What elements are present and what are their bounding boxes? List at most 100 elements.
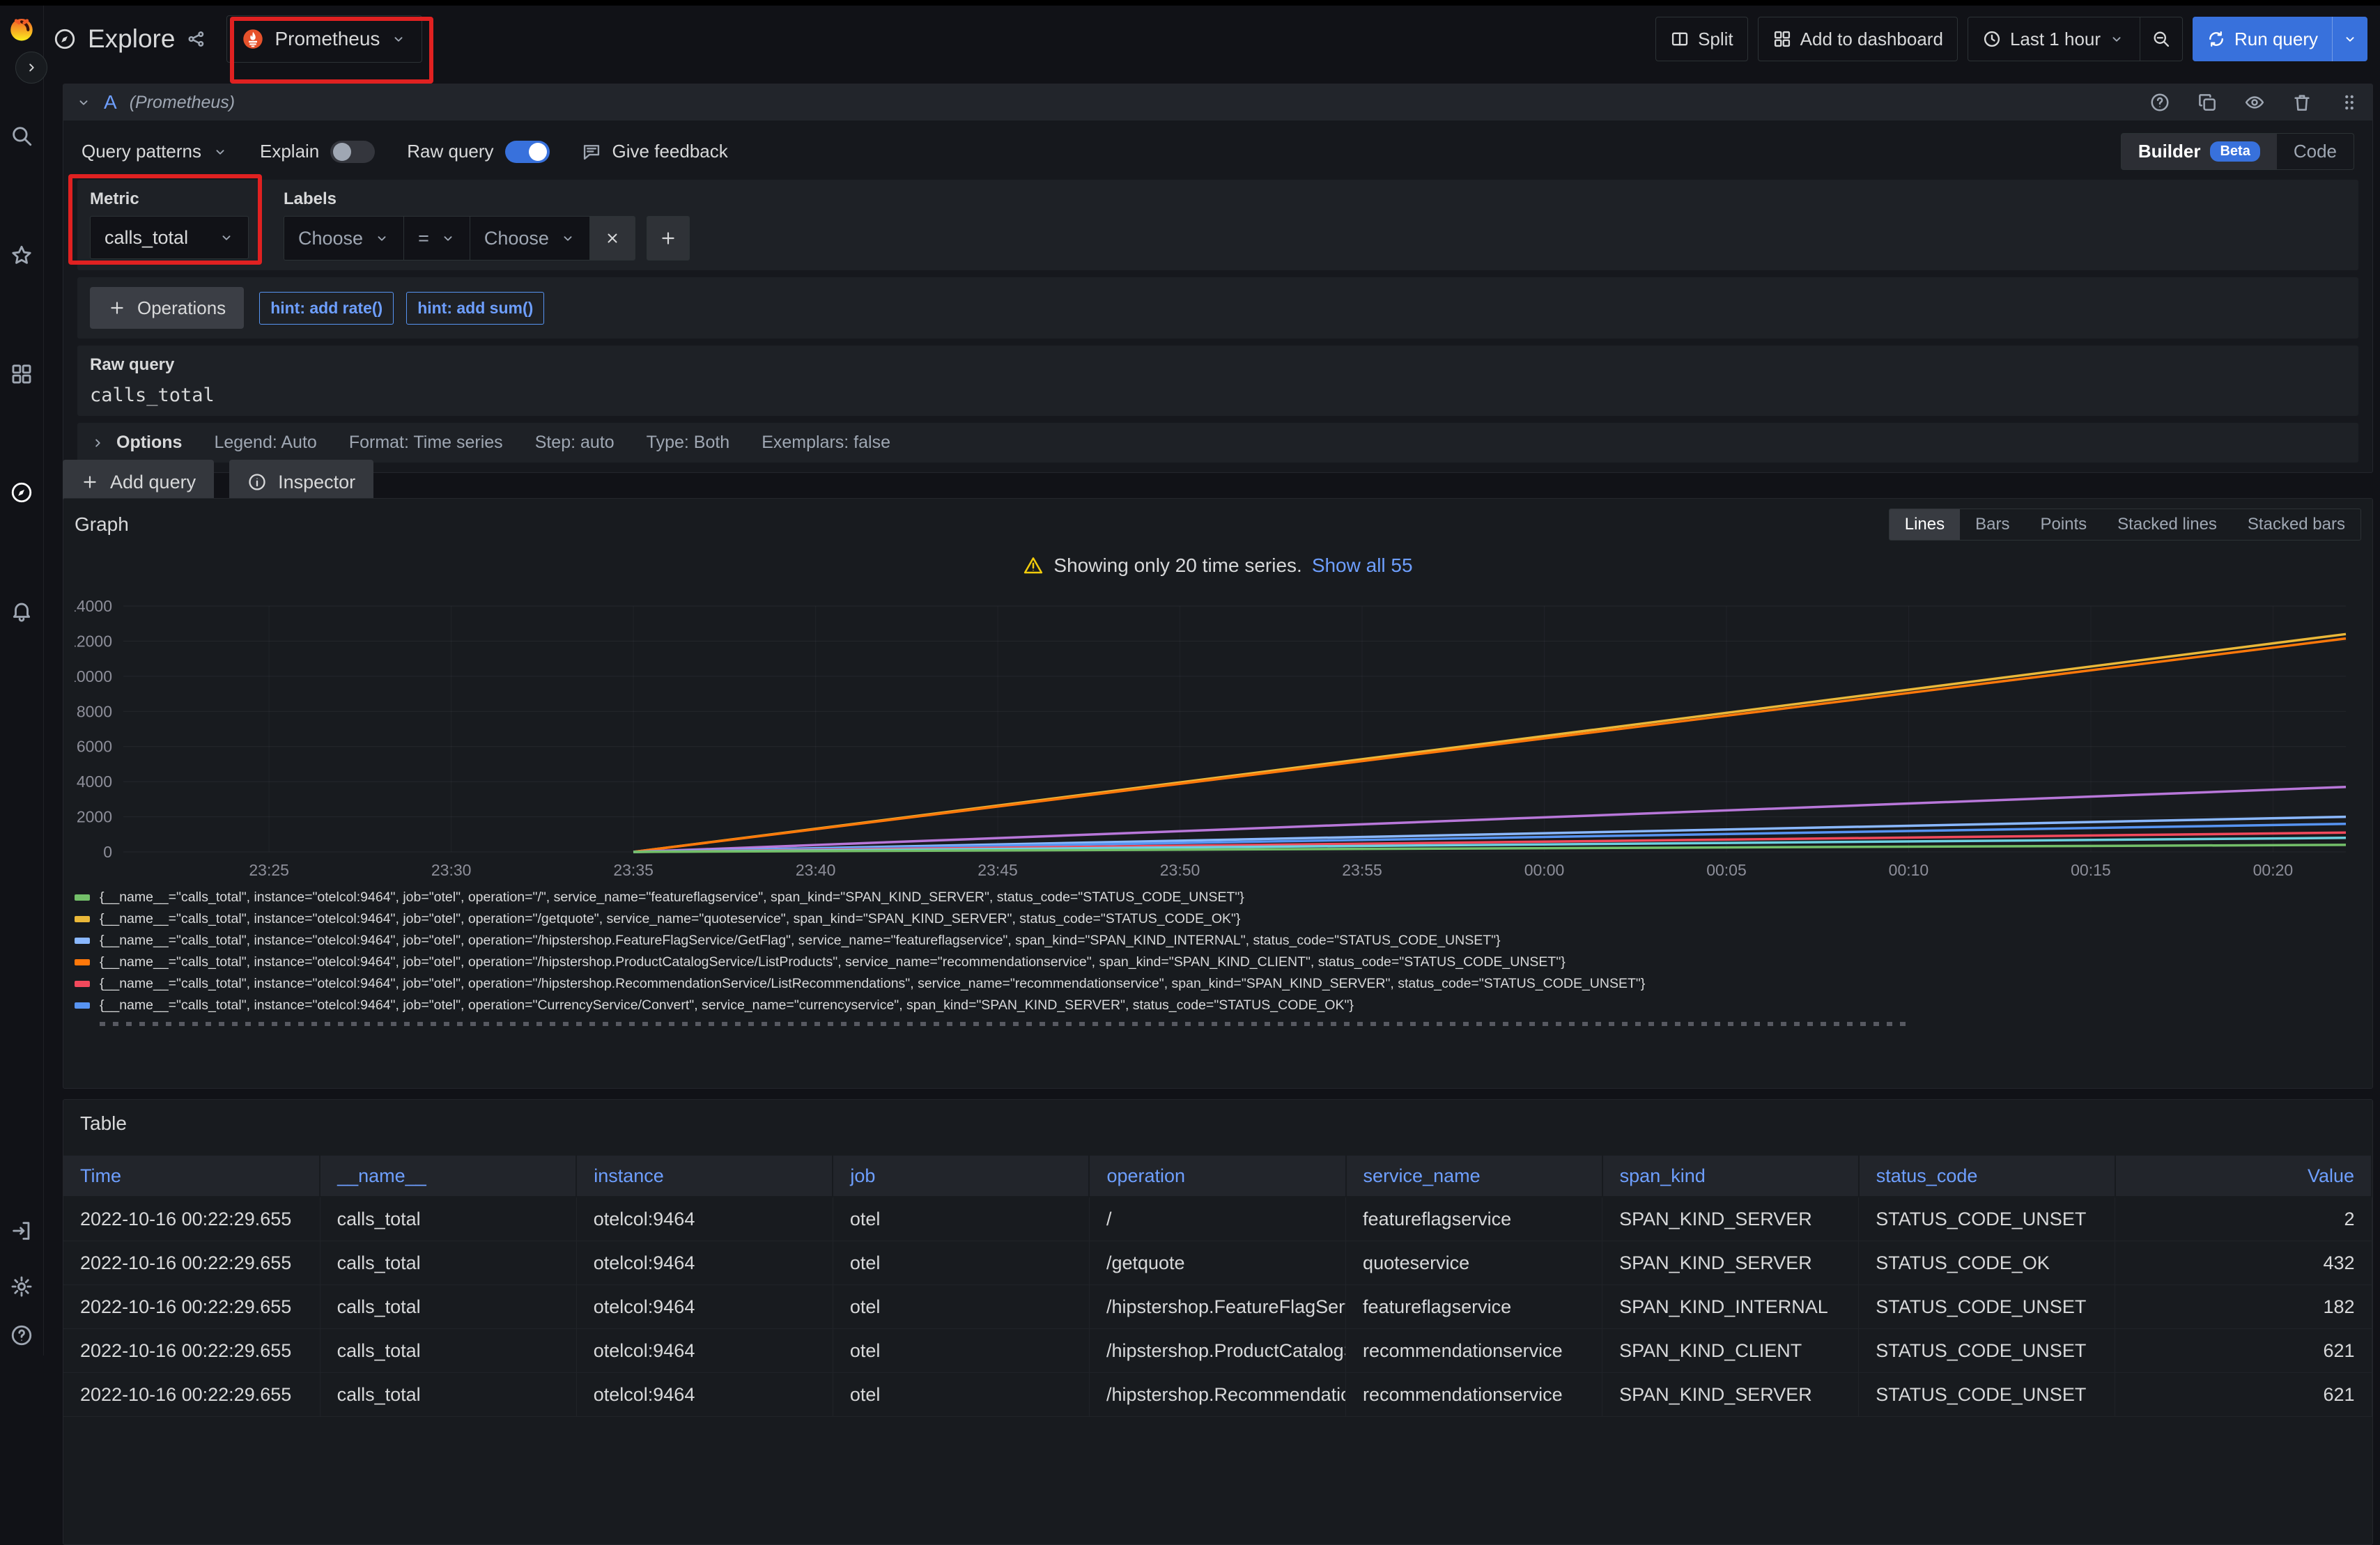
trash-icon[interactable] (2292, 92, 2312, 113)
add-operation-button[interactable]: Operations (90, 287, 244, 329)
y-tick-label: 4000 (77, 772, 112, 791)
chevron-down-icon (440, 231, 456, 246)
column-header-status-code[interactable]: status_code (1859, 1156, 2115, 1197)
table-cell: STATUS_CODE_OK (1859, 1241, 2115, 1285)
table-cell: 2022-10-16 00:22:29.655 (63, 1197, 320, 1241)
add-to-dashboard-button[interactable]: Add to dashboard (1758, 17, 1958, 61)
column-header-service-name[interactable]: service_name (1346, 1156, 1602, 1197)
chevron-down-icon (2342, 31, 2358, 47)
table-cell: otel (833, 1241, 1089, 1285)
builder-mode-button[interactable]: Builder Beta (2122, 134, 2277, 169)
y-tick-label: 14000 (75, 597, 112, 615)
legend-row[interactable]: {__name__="calls_total", instance="otelc… (75, 995, 2361, 1016)
split-button[interactable]: Split (1655, 17, 1748, 61)
column-header-value[interactable]: Value (2115, 1156, 2372, 1197)
label-operator-select[interactable]: = (404, 217, 470, 260)
sidebar-item-sign-in-icon[interactable] (10, 1219, 33, 1243)
table-row[interactable]: 2022-10-16 00:22:29.655calls_totalotelco… (63, 1329, 2372, 1373)
dashboard-grid-icon (1772, 29, 1792, 49)
graph-mode-bars[interactable]: Bars (1960, 509, 2025, 540)
label-value-select[interactable]: Choose (470, 217, 590, 260)
chevron-right-icon (90, 435, 105, 451)
column-header-instance[interactable]: instance (576, 1156, 833, 1197)
table-row[interactable]: 2022-10-16 00:22:29.655calls_totalotelco… (63, 1373, 2372, 1417)
copy-icon[interactable] (2197, 92, 2218, 113)
query-row-header[interactable]: A (Prometheus) (63, 84, 2372, 121)
add-to-dashboard-label: Add to dashboard (1800, 29, 1943, 50)
add-query-label: Add query (110, 472, 196, 493)
table-cell: /hipstershop.ProductCatalogS… (1089, 1329, 1345, 1373)
column-header-operation[interactable]: operation (1089, 1156, 1345, 1197)
table-row[interactable]: 2022-10-16 00:22:29.655calls_totalotelco… (63, 1241, 2372, 1285)
metric-select[interactable]: calls_total (90, 216, 249, 259)
time-range-picker[interactable]: Last 1 hour (1968, 17, 2183, 61)
sidebar-item-explore-icon[interactable] (10, 481, 33, 504)
explain-label: Explain (260, 141, 319, 162)
column-header-job[interactable]: job (833, 1156, 1089, 1197)
legend-row[interactable]: {__name__="calls_total", instance="otelc… (75, 952, 2361, 973)
table-cell: calls_total (320, 1373, 576, 1417)
query-patterns-dropdown[interactable]: Query patterns (82, 141, 228, 162)
add-label-filter-button[interactable] (647, 216, 690, 261)
drag-handle-icon[interactable] (2339, 92, 2360, 113)
sidebar-item-alerting-icon[interactable] (10, 599, 33, 623)
legend-row-truncated (100, 1022, 1911, 1026)
graph-mode-stacked-bars[interactable]: Stacked bars (2232, 509, 2360, 540)
label-key-select[interactable]: Choose (284, 217, 404, 260)
code-mode-button[interactable]: Code (2277, 134, 2354, 169)
eye-icon[interactable] (2244, 92, 2265, 113)
table-cell: 2022-10-16 00:22:29.655 (63, 1241, 320, 1285)
table-cell: /hipstershop.FeatureFlagServi… (1089, 1285, 1345, 1329)
share-icon[interactable] (186, 29, 207, 49)
show-all-series-link[interactable]: Show all 55 (1312, 554, 1413, 577)
legend-row[interactable]: {__name__="calls_total", instance="otelc… (75, 908, 2361, 930)
raw-query-toggle[interactable] (505, 141, 550, 163)
sidebar-item-dashboards-icon[interactable] (10, 362, 33, 386)
beta-badge: Beta (2210, 141, 2259, 162)
table-cell: 2022-10-16 00:22:29.655 (63, 1329, 320, 1373)
grafana-logo-icon[interactable] (7, 14, 36, 43)
sidebar-expand-button[interactable] (15, 52, 47, 84)
legend-row[interactable]: {__name__="calls_total", instance="otelc… (75, 887, 2361, 908)
column-header-time[interactable]: Time (63, 1156, 320, 1197)
chevron-down-icon (212, 144, 228, 160)
topbar-right: Split Add to dashboard Last 1 hour Run q… (1655, 17, 2367, 61)
remove-label-filter-button[interactable] (590, 217, 635, 260)
sidebar-item-help-icon[interactable] (10, 1323, 33, 1347)
sidebar-item-configuration-icon[interactable] (10, 1275, 33, 1298)
labels-label: Labels (284, 189, 690, 209)
legend-row[interactable]: {__name__="calls_total", instance="otelc… (75, 973, 2361, 995)
table-row[interactable]: 2022-10-16 00:22:29.655calls_totalotelco… (63, 1285, 2372, 1329)
graph-mode-points[interactable]: Points (2025, 509, 2102, 540)
run-query-button[interactable]: Run query (2193, 17, 2367, 61)
x-tick-label: 23:55 (1342, 861, 1382, 879)
code-label: Code (2294, 141, 2337, 162)
query-hint-button[interactable]: hint: add rate() (259, 292, 394, 325)
query-toolbar: Query patterns Explain Raw query Give fe… (77, 130, 2358, 173)
give-feedback-label: Give feedback (612, 141, 728, 162)
table-cell: STATUS_CODE_UNSET (1859, 1197, 2115, 1241)
help-circle-icon[interactable] (2149, 92, 2170, 113)
datasource-picker[interactable]: Prometheus (226, 15, 422, 63)
raw-query-card: Raw query calls_total (77, 346, 2358, 416)
table-cell: SPAN_KIND_SERVER (1602, 1197, 1859, 1241)
top-black-strip (0, 0, 2380, 6)
query-hint-button[interactable]: hint: add sum() (406, 292, 544, 325)
table-row[interactable]: 2022-10-16 00:22:29.655calls_totalotelco… (63, 1197, 2372, 1241)
options-summary-item: Step: auto (535, 433, 615, 453)
run-query-dropdown[interactable] (2332, 17, 2367, 61)
run-query-label: Run query (2234, 29, 2318, 50)
give-feedback-link[interactable]: Give feedback (582, 141, 728, 162)
editor-mode-toggle: Builder Beta Code (2121, 133, 2354, 170)
graph-mode-lines[interactable]: Lines (1890, 509, 1960, 540)
zoom-out-time-button[interactable] (2140, 17, 2182, 61)
sidebar-item-starred-icon[interactable] (10, 244, 33, 267)
legend-row[interactable]: {__name__="calls_total", instance="otelc… (75, 930, 2361, 952)
legend-series-label: {__name__="calls_total", instance="otelc… (100, 890, 1244, 906)
column-header-span-kind[interactable]: span_kind (1602, 1156, 1859, 1197)
explain-toggle[interactable] (330, 141, 375, 163)
column-header---name--[interactable]: __name__ (320, 1156, 576, 1197)
sidebar-item-search-icon[interactable] (10, 124, 33, 148)
options-expander[interactable]: Options (90, 433, 182, 453)
graph-mode-stacked-lines[interactable]: Stacked lines (2102, 509, 2232, 540)
